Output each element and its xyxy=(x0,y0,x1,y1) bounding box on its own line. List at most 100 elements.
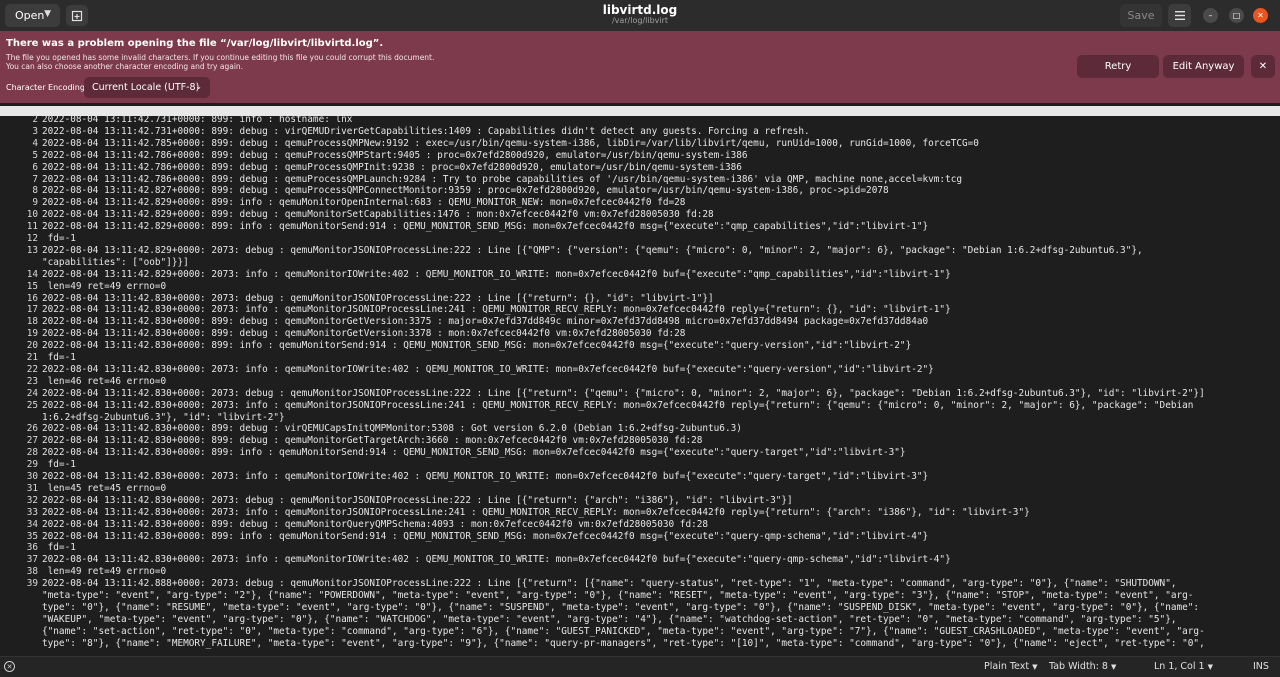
line-text: 2022-08-04 13:11:42.827+0000: 899: debug… xyxy=(42,185,889,197)
cursor-position-label: Ln 1, Col 1 xyxy=(1154,661,1205,672)
maximize-icon: □ xyxy=(1232,11,1241,20)
open-button[interactable]: Open ▼ xyxy=(5,4,60,27)
line-text: 2022-08-04 13:11:42.830+0000: 2073: info… xyxy=(42,363,934,375)
line-number: 27 xyxy=(26,435,38,447)
line-number: 39 xyxy=(26,578,38,590)
line-number: 14 xyxy=(26,268,38,280)
maximize-button[interactable]: □ xyxy=(1229,8,1244,23)
text-line: 39 2022-08-04 13:11:42.888+0000: 2073: de… xyxy=(0,578,1280,590)
line-text: type": "8"}, {"name": "MEMORY_FAILURE", … xyxy=(42,637,1205,649)
edit-anyway-button[interactable]: Edit Anyway xyxy=(1163,55,1244,78)
close-window-button[interactable]: ✕ xyxy=(1253,8,1268,23)
text-editor[interactable]: 2 2022-08-04 13:11:42.731+0000: 899: info… xyxy=(0,103,1280,656)
line-text: 2022-08-04 13:11:42.786+0000: 899: debug… xyxy=(42,161,742,173)
line-text: 1:6.2+dfsg-2ubuntu6.3"}, "id": "libvirt-… xyxy=(42,411,285,423)
encoding-select[interactable]: Current Locale (UTF-8) ⌄ xyxy=(84,77,210,98)
line-text: len=49 ret=49 errno=0 xyxy=(42,280,167,292)
text-line: 33 2022-08-04 13:11:42.830+0000: 2073: in… xyxy=(0,507,1280,519)
text-line: 3 2022-08-04 13:11:42.731+0000: 899: debu… xyxy=(0,126,1280,138)
text-line: 34 2022-08-04 13:11:42.830+0000: 899: deb… xyxy=(0,519,1280,531)
insert-mode-indicator[interactable]: INS xyxy=(1253,661,1269,672)
line-number: 18 xyxy=(26,316,38,328)
hamburger-menu-icon xyxy=(1174,11,1185,20)
text-line: 1:6.2+dfsg-2ubuntu6.3"}, "id": "libvirt-… xyxy=(0,412,1280,424)
line-text: 2022-08-04 13:11:42.830+0000: 899: debug… xyxy=(42,518,709,530)
open-button-label: Open xyxy=(15,9,45,22)
line-text: 2022-08-04 13:11:42.830+0000: 2073: info… xyxy=(42,304,951,316)
encoding-label: Character Encoding: xyxy=(6,83,88,92)
text-line: 10 2022-08-04 13:11:42.829+0000: 899: deb… xyxy=(0,209,1280,221)
line-text: 2022-08-04 13:11:42.785+0000: 899: debug… xyxy=(42,137,979,149)
line-number: 37 xyxy=(26,554,38,566)
language-selector[interactable]: Plain Text ▼ xyxy=(984,661,1037,672)
text-line: 19 2022-08-04 13:11:42.830+0000: 899: deb… xyxy=(0,328,1280,340)
line-text: 2022-08-04 13:11:42.830+0000: 2073: info… xyxy=(42,506,1030,518)
infobar-title: There was a problem opening the file “/v… xyxy=(6,38,384,49)
text-line: 25 2022-08-04 13:11:42.830+0000: 2073: in… xyxy=(0,400,1280,412)
line-text: type": "0"}, {"name": "RESUME", "meta-ty… xyxy=(42,601,1200,613)
chevron-down-icon: ▼ xyxy=(1032,663,1038,671)
line-number: 35 xyxy=(26,530,38,542)
line-number: 32 xyxy=(26,494,38,506)
text-line: 37 2022-08-04 13:11:42.830+0000: 2073: in… xyxy=(0,554,1280,566)
save-button[interactable]: Save xyxy=(1120,4,1162,27)
line-number: 20 xyxy=(26,340,38,352)
line-text: "capabilities": ["oob"]}}] xyxy=(42,256,189,268)
line-number: 2 xyxy=(32,114,38,125)
line-number: 22 xyxy=(26,363,38,375)
line-number: 16 xyxy=(26,292,38,304)
text-line: "capabilities": ["oob"]}}] xyxy=(0,257,1280,269)
line-text: 2022-08-04 13:11:42.786+0000: 899: debug… xyxy=(42,173,963,185)
text-line: 20 2022-08-04 13:11:42.830+0000: 899: inf… xyxy=(0,340,1280,352)
close-icon: ✕ xyxy=(1258,61,1268,72)
line-number: 24 xyxy=(26,387,38,399)
line-text: 2022-08-04 13:11:42.830+0000: 899: debug… xyxy=(42,435,703,447)
text-line: "WAKEUP", "meta-type": "event", "arg-typ… xyxy=(0,614,1280,626)
line-number: 9 xyxy=(32,197,38,209)
line-text: 2022-08-04 13:11:42.829+0000: 899: info … xyxy=(42,221,929,233)
line-text: "WAKEUP", "meta-type": "event", "arg-typ… xyxy=(42,613,1177,625)
text-line: 12 fd=-1 xyxy=(0,233,1280,245)
line-number: 17 xyxy=(26,304,38,316)
text-line: 24 2022-08-04 13:11:42.830+0000: 2073: de… xyxy=(0,388,1280,400)
text-line: {"name": "set-action", "ret-type": "0", … xyxy=(0,626,1280,638)
infobar-close-button[interactable]: ✕ xyxy=(1251,55,1275,78)
infobar-description-line2: You can also choose another character en… xyxy=(6,62,244,71)
error-status-icon[interactable]: ✕ xyxy=(4,661,15,672)
line-text: fd=-1 xyxy=(42,459,76,471)
cursor-position[interactable]: Ln 1, Col 1 ▼ xyxy=(1154,661,1213,672)
line-number: 19 xyxy=(26,328,38,340)
line-text: 2022-08-04 13:11:42.830+0000: 899: debug… xyxy=(42,316,929,328)
tab-width-label: Tab Width: 8 xyxy=(1049,661,1108,672)
text-line: 29 fd=-1 xyxy=(0,459,1280,471)
line-text: 2022-08-04 13:11:42.830+0000: 2073: debu… xyxy=(42,387,1205,399)
line-text: 2022-08-04 13:11:42.731+0000: 899: info … xyxy=(42,114,353,125)
line-number: 3 xyxy=(32,125,38,137)
text-line: 15 len=49 ret=49 errno=0 xyxy=(0,281,1280,293)
text-line: 8 2022-08-04 13:11:42.827+0000: 899: debu… xyxy=(0,185,1280,197)
line-text: 2022-08-04 13:11:42.731+0000: 899: debug… xyxy=(42,125,810,137)
line-text: 2022-08-04 13:11:42.830+0000: 2073: debu… xyxy=(42,292,714,304)
tab-width-selector[interactable]: Tab Width: 8 ▼ xyxy=(1049,661,1116,672)
line-number: 4 xyxy=(32,137,38,149)
infobar-description-line1: The file you opened has some invalid cha… xyxy=(6,53,435,62)
text-line: 31 len=45 ret=45 errno=0 xyxy=(0,483,1280,495)
header-bar: Open ▼ libvirtd.log /var/log/libvirt Sav… xyxy=(0,0,1280,31)
line-text: 2022-08-04 13:11:42.829+0000: 2073: debu… xyxy=(42,244,1143,256)
line-text: 2022-08-04 13:11:42.829+0000: 899: info … xyxy=(42,197,686,209)
line-number: 13 xyxy=(26,244,38,256)
line-text: 2022-08-04 13:11:42.830+0000: 2073: debu… xyxy=(42,494,793,506)
text-line: type": "0"}, {"name": "RESUME", "meta-ty… xyxy=(0,602,1280,614)
line-text: 2022-08-04 13:11:42.830+0000: 2073: info… xyxy=(42,554,951,566)
main-menu-button[interactable] xyxy=(1168,4,1191,27)
new-tab-button[interactable] xyxy=(66,5,88,26)
retry-button[interactable]: Retry xyxy=(1077,55,1159,78)
encoding-error-infobar: There was a problem opening the file “/v… xyxy=(0,31,1280,103)
text-line: 4 2022-08-04 13:11:42.785+0000: 899: debu… xyxy=(0,138,1280,150)
text-line: 11 2022-08-04 13:11:42.829+0000: 899: inf… xyxy=(0,221,1280,233)
text-line: 27 2022-08-04 13:11:42.830+0000: 899: deb… xyxy=(0,435,1280,447)
text-line: 21 fd=-1 xyxy=(0,352,1280,364)
line-number: 15 xyxy=(26,280,38,292)
line-number: 8 xyxy=(32,185,38,197)
minimize-button[interactable]: – xyxy=(1203,8,1218,23)
